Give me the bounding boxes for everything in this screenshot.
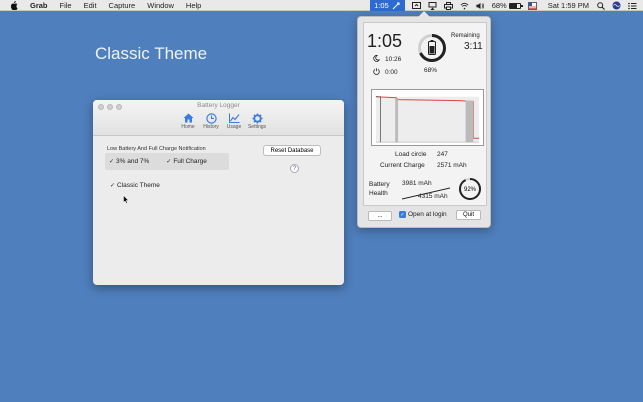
tab-home[interactable]: Home xyxy=(178,112,198,130)
window-toolbar: Battery Logger Home History Usage Settin… xyxy=(93,100,344,136)
menu-capture[interactable]: Capture xyxy=(109,0,136,11)
graph-bar-2 xyxy=(465,100,474,143)
system-battery-percent: 68% xyxy=(491,1,507,10)
sleep-time-row: 10:26 xyxy=(373,55,401,64)
low-battery-label: 3% and 7% xyxy=(116,158,150,165)
sleep-time-value: 10:26 xyxy=(385,56,402,63)
tab-history[interactable]: History xyxy=(201,112,221,130)
open-at-login-check-mark: ✓ xyxy=(399,211,406,218)
remaining-label: Remaining xyxy=(451,33,480,39)
home-icon xyxy=(182,112,194,124)
siri-icon[interactable] xyxy=(612,1,621,10)
power-time-row: 0:00 xyxy=(373,68,398,77)
flag-icon[interactable] xyxy=(527,1,537,10)
battery-health-label-line1: Battery xyxy=(369,181,390,188)
tab-settings-label: Settings xyxy=(247,124,267,130)
tab-settings[interactable]: Settings xyxy=(247,112,267,130)
menu-bar: Grab File Edit Capture Window Help 1:05 xyxy=(0,0,643,11)
full-charge-label: Full Charge xyxy=(173,158,207,165)
status-item-time: 1:05 xyxy=(374,1,389,10)
battery-time-display: 1:05 xyxy=(367,31,403,51)
low-battery-check-mark: ✓ xyxy=(109,159,115,165)
window-title: Battery Logger xyxy=(197,102,240,109)
gear-icon xyxy=(251,112,263,124)
tab-history-label: History xyxy=(203,124,219,130)
charge-history-graph xyxy=(371,89,484,146)
full-charge-check-mark: ✓ xyxy=(166,159,172,165)
graph-area xyxy=(375,96,480,143)
full-capacity: 4315 mAh xyxy=(418,193,448,200)
charge-percent: 68% xyxy=(424,67,438,74)
battery-health-label: Battery Health xyxy=(369,180,390,198)
open-at-login-label: Open at login xyxy=(408,211,447,218)
help-button[interactable]: ? xyxy=(290,164,299,173)
power-icon xyxy=(373,68,380,77)
classic-theme-check-mark: ✓ xyxy=(110,183,116,189)
low-battery-checkbox[interactable]: ✓ 3% and 7% xyxy=(109,158,149,165)
notification-center-icon[interactable] xyxy=(628,1,637,10)
battery-icon xyxy=(508,2,523,9)
remaining-value: 3:11 xyxy=(464,41,483,52)
tab-usage-label: Usage xyxy=(226,124,242,130)
settings-window: Battery Logger Home History Usage Settin… xyxy=(93,100,344,285)
health-percent: 92% xyxy=(464,187,477,193)
settings-body: Low Battery And Full Charge Notification… xyxy=(93,136,344,285)
mouse-cursor-icon xyxy=(123,191,130,204)
popover-arrow xyxy=(418,11,430,17)
menu-bar-extras: 1:05 68% Sat 1:59 PM xyxy=(370,0,643,11)
airplay-icon[interactable] xyxy=(428,1,437,10)
quit-button[interactable]: Quit xyxy=(456,210,481,220)
full-charge-checkbox[interactable]: ✓ Full Charge xyxy=(166,158,207,165)
system-battery[interactable]: 68% xyxy=(491,0,523,11)
volume-icon[interactable] xyxy=(476,1,485,10)
load-circle-value: 247 xyxy=(437,151,448,158)
screen-icon[interactable] xyxy=(411,1,421,10)
notification-options: ✓ 3% and 7% ✓ Full Charge xyxy=(105,153,229,170)
bolt-icon xyxy=(392,1,401,10)
reset-database-button[interactable]: Reset Database xyxy=(263,145,321,156)
printer-icon[interactable] xyxy=(443,1,453,10)
apple-icon[interactable] xyxy=(10,0,18,10)
menu-app-name[interactable]: Grab xyxy=(30,0,48,11)
desktop-title: Classic Theme xyxy=(95,44,208,63)
tab-home-label: Home xyxy=(181,124,195,130)
charge-gauge xyxy=(418,34,446,62)
wifi-icon[interactable] xyxy=(460,1,469,10)
popover-panel: 1:05 10:26 0:00 68% Remaining 3:11 Load … xyxy=(363,22,487,206)
graph-bar-1 xyxy=(395,98,399,143)
battery-popover: 1:05 10:26 0:00 68% Remaining 3:11 Load … xyxy=(357,11,491,228)
line-chart-icon xyxy=(228,112,240,124)
tab-usage[interactable]: Usage xyxy=(224,112,244,130)
menu-bar-left: Grab File Edit Capture Window Help xyxy=(0,0,201,11)
menu-edit[interactable]: Edit xyxy=(84,0,97,11)
battery-icon xyxy=(428,40,436,55)
menu-file[interactable]: File xyxy=(60,0,72,11)
menu-window[interactable]: Window xyxy=(147,0,174,11)
current-charge-value: 2571 mAh xyxy=(437,162,467,169)
notification-section-label: Low Battery And Full Charge Notification xyxy=(107,146,206,152)
classic-theme-label: Classic Theme xyxy=(117,182,160,189)
toolbar-tabs: Home History Usage Settings xyxy=(178,112,267,130)
menu-help[interactable]: Help xyxy=(186,0,201,11)
load-circle-label: Load circle xyxy=(395,151,427,158)
menu-clock[interactable]: Sat 1:59 PM xyxy=(548,0,589,11)
power-time-value: 0:00 xyxy=(385,69,398,76)
current-charge-label: Current Charge xyxy=(380,162,425,169)
open-at-login-checkbox[interactable]: ✓ Open at login xyxy=(399,211,447,218)
classic-theme-checkbox[interactable]: ✓ Classic Theme xyxy=(110,182,160,189)
moon-icon xyxy=(373,55,380,64)
battery-health-label-line2: Health xyxy=(369,190,388,197)
more-options-button[interactable]: ... xyxy=(368,211,392,221)
health-gauge: 92% xyxy=(459,178,481,200)
battery-logger-status-item[interactable]: 1:05 xyxy=(370,0,405,11)
spotlight-search-icon[interactable] xyxy=(596,1,605,10)
clock-icon xyxy=(205,112,217,124)
